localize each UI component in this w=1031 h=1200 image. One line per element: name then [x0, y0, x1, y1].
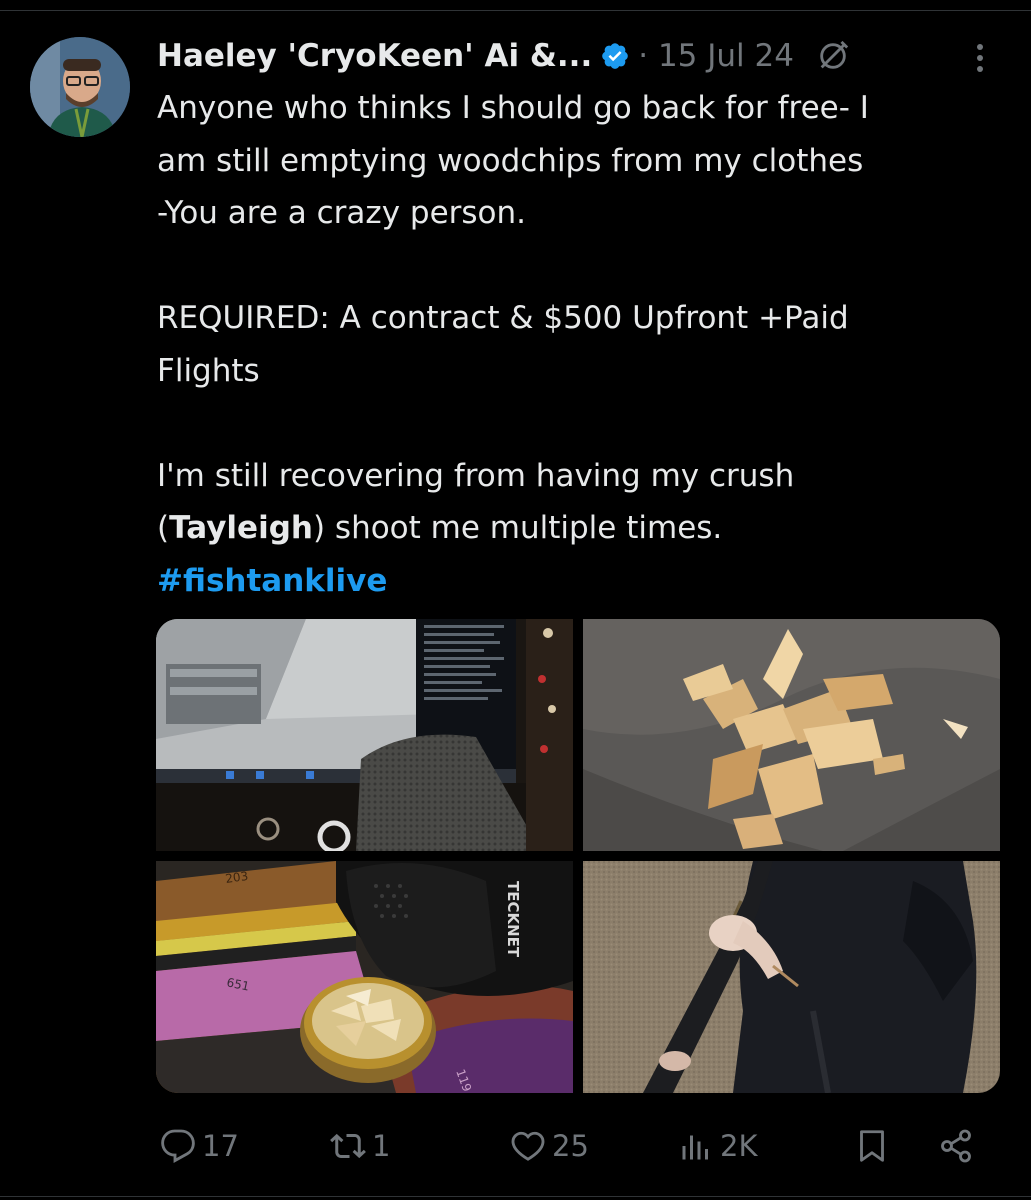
photo-woodchips-fabric: [583, 619, 1000, 851]
repost-icon: [330, 1133, 366, 1159]
mention-name: Tayleigh: [169, 510, 313, 546]
reply-count: 17: [202, 1129, 239, 1163]
tweet-body: Anyone who thinks I should go back for f…: [157, 82, 1007, 607]
reply-button[interactable]: 17: [160, 1118, 239, 1174]
photo-person-with-gun: [583, 861, 1000, 1093]
media-photo-2[interactable]: [583, 619, 1000, 851]
tweet-paragraph-1: Anyone who thinks I should go back for f…: [157, 90, 869, 231]
hashtag-link[interactable]: #fishtanklive: [157, 563, 387, 599]
avatar-image: [30, 37, 130, 137]
heart-icon: [511, 1131, 545, 1161]
verified-badge-icon: [602, 43, 629, 69]
paragraph-spacer: [157, 397, 1007, 450]
repost-button[interactable]: 1: [330, 1118, 390, 1174]
repost-count: 1: [372, 1129, 391, 1163]
bottom-divider: [0, 1196, 1031, 1197]
author-display-name[interactable]: Haeley 'CryoKeen' Ai &...: [157, 38, 592, 74]
like-count: 25: [552, 1129, 589, 1163]
bookmark-button[interactable]: [854, 1118, 890, 1174]
share-button[interactable]: [938, 1118, 974, 1174]
media-grid: TECKNET 203 651 119: [156, 619, 1000, 1093]
view-count: 2K: [720, 1129, 758, 1163]
views-button[interactable]: 2K: [678, 1118, 757, 1174]
tweet-paragraph-3: I'm still recovering from having my crus…: [157, 450, 1007, 555]
share-icon: [941, 1129, 971, 1163]
tweet-timestamp[interactable]: · 15 Jul 24: [638, 38, 794, 74]
more-options-icon[interactable]: [966, 40, 994, 76]
media-photo-4[interactable]: [583, 861, 1000, 1093]
views-chart-icon: [682, 1135, 708, 1160]
edited-icon[interactable]: [816, 39, 850, 73]
paragraph-spacer: [157, 240, 1007, 293]
media-photo-1[interactable]: [156, 619, 573, 851]
tweet-header: Haeley 'CryoKeen' Ai &... · 15 Jul 24: [157, 34, 850, 78]
mouse-brand-label: TECKNET: [504, 881, 522, 958]
avatar[interactable]: [30, 37, 130, 137]
action-bar: 17 1 25 2K: [160, 1118, 990, 1174]
top-divider: [0, 10, 1031, 11]
tweet-paragraph-2: REQUIRED: A contract & $500 Upfront +Pai…: [157, 300, 849, 389]
photo-tin-on-rug: TECKNET 203 651 119: [156, 861, 573, 1093]
bookmark-icon: [860, 1130, 884, 1162]
like-button[interactable]: 25: [510, 1118, 589, 1174]
photo-monitor-scene: [156, 619, 573, 851]
media-photo-3[interactable]: TECKNET 203 651 119: [156, 861, 573, 1093]
reply-icon: [161, 1129, 195, 1163]
tweet-text-segment: ) shoot me multiple times.: [312, 510, 723, 546]
